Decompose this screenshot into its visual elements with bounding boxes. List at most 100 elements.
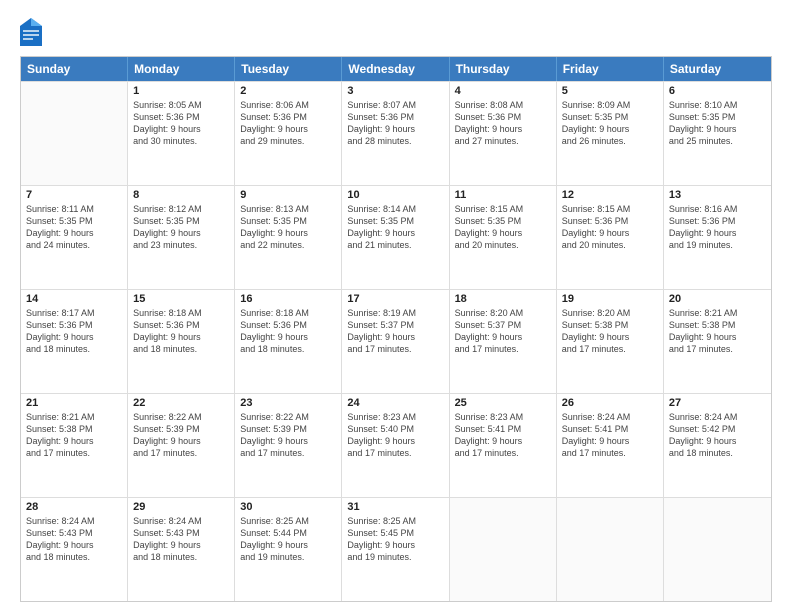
day-number: 11 [455, 189, 551, 201]
weekday-header-thursday: Thursday [450, 57, 557, 81]
day-cell-26: 26 Sunrise: 8:24 AM Sunset: 5:41 PM Dayli… [557, 394, 664, 497]
day-number: 26 [562, 397, 658, 409]
day-number: 20 [669, 293, 766, 305]
day-info: Sunrise: 8:10 AM Sunset: 5:35 PM Dayligh… [669, 99, 766, 148]
day-number: 12 [562, 189, 658, 201]
day-info: Sunrise: 8:24 AM Sunset: 5:41 PM Dayligh… [562, 411, 658, 460]
day-info: Sunrise: 8:24 AM Sunset: 5:43 PM Dayligh… [26, 515, 122, 564]
day-info: Sunrise: 8:21 AM Sunset: 5:38 PM Dayligh… [669, 307, 766, 356]
day-cell-25: 25 Sunrise: 8:23 AM Sunset: 5:41 PM Dayli… [450, 394, 557, 497]
day-cell-9: 9 Sunrise: 8:13 AM Sunset: 5:35 PM Daylig… [235, 186, 342, 289]
day-number: 29 [133, 501, 229, 513]
day-number: 5 [562, 85, 658, 97]
weekday-header-monday: Monday [128, 57, 235, 81]
day-number: 19 [562, 293, 658, 305]
day-number: 31 [347, 501, 443, 513]
empty-cell [21, 82, 128, 185]
day-info: Sunrise: 8:07 AM Sunset: 5:36 PM Dayligh… [347, 99, 443, 148]
day-cell-6: 6Sunrise: 8:10 AM Sunset: 5:35 PM Daylig… [664, 82, 771, 185]
day-info: Sunrise: 8:09 AM Sunset: 5:35 PM Dayligh… [562, 99, 658, 148]
logo [20, 18, 46, 46]
weekday-header-wednesday: Wednesday [342, 57, 449, 81]
day-info: Sunrise: 8:15 AM Sunset: 5:36 PM Dayligh… [562, 203, 658, 252]
day-info: Sunrise: 8:20 AM Sunset: 5:37 PM Dayligh… [455, 307, 551, 356]
day-cell-15: 15Sunrise: 8:18 AM Sunset: 5:36 PM Dayli… [128, 290, 235, 393]
day-info: Sunrise: 8:25 AM Sunset: 5:44 PM Dayligh… [240, 515, 336, 564]
day-info: Sunrise: 8:06 AM Sunset: 5:36 PM Dayligh… [240, 99, 336, 148]
day-cell-12: 12 Sunrise: 8:15 AM Sunset: 5:36 PM Dayli… [557, 186, 664, 289]
day-info: Sunrise: 8:05 AM Sunset: 5:36 PM Dayligh… [133, 99, 229, 148]
day-number: 28 [26, 501, 122, 513]
day-number: 21 [26, 397, 122, 409]
day-number: 9 [240, 189, 336, 201]
day-info: Sunrise: 8:23 AM Sunset: 5:41 PM Dayligh… [455, 411, 551, 460]
day-cell-14: 14 Sunrise: 8:17 AM Sunset: 5:36 PM Dayli… [21, 290, 128, 393]
day-cell-17: 17Sunrise: 8:19 AM Sunset: 5:37 PM Dayli… [342, 290, 449, 393]
day-number: 14 [26, 293, 122, 305]
day-info: Sunrise: 8:22 AM Sunset: 5:39 PM Dayligh… [240, 411, 336, 460]
calendar-body: 1 Sunrise: 8:05 AM Sunset: 5:36 PM Daylig… [21, 81, 771, 601]
day-cell-18: 18 Sunrise: 8:20 AM Sunset: 5:37 PM Dayli… [450, 290, 557, 393]
day-cell-24: 24Sunrise: 8:23 AM Sunset: 5:40 PM Dayli… [342, 394, 449, 497]
day-info: Sunrise: 8:23 AM Sunset: 5:40 PM Dayligh… [347, 411, 443, 460]
day-number: 2 [240, 85, 336, 97]
day-info: Sunrise: 8:16 AM Sunset: 5:36 PM Dayligh… [669, 203, 766, 252]
day-number: 22 [133, 397, 229, 409]
day-cell-30: 30 Sunrise: 8:25 AM Sunset: 5:44 PM Dayli… [235, 498, 342, 601]
day-info: Sunrise: 8:18 AM Sunset: 5:36 PM Dayligh… [240, 307, 336, 356]
header [20, 18, 772, 46]
day-info: Sunrise: 8:13 AM Sunset: 5:35 PM Dayligh… [240, 203, 336, 252]
day-number: 15 [133, 293, 229, 305]
weekday-header-saturday: Saturday [664, 57, 771, 81]
day-number: 10 [347, 189, 443, 201]
day-cell-16: 16 Sunrise: 8:18 AM Sunset: 5:36 PM Dayli… [235, 290, 342, 393]
weekday-header-friday: Friday [557, 57, 664, 81]
calendar-row-1: 1 Sunrise: 8:05 AM Sunset: 5:36 PM Daylig… [21, 81, 771, 185]
day-cell-19: 19 Sunrise: 8:20 AM Sunset: 5:38 PM Dayli… [557, 290, 664, 393]
page: SundayMondayTuesdayWednesdayThursdayFrid… [0, 0, 792, 612]
day-number: 3 [347, 85, 443, 97]
logo-icon [20, 18, 42, 46]
day-cell-13: 13 Sunrise: 8:16 AM Sunset: 5:36 PM Dayli… [664, 186, 771, 289]
day-cell-8: 8Sunrise: 8:12 AM Sunset: 5:35 PM Daylig… [128, 186, 235, 289]
day-number: 13 [669, 189, 766, 201]
day-info: Sunrise: 8:17 AM Sunset: 5:36 PM Dayligh… [26, 307, 122, 356]
calendar-row-3: 14 Sunrise: 8:17 AM Sunset: 5:36 PM Dayli… [21, 289, 771, 393]
day-cell-29: 29 Sunrise: 8:24 AM Sunset: 5:43 PM Dayli… [128, 498, 235, 601]
day-cell-28: 28 Sunrise: 8:24 AM Sunset: 5:43 PM Dayli… [21, 498, 128, 601]
day-info: Sunrise: 8:11 AM Sunset: 5:35 PM Dayligh… [26, 203, 122, 252]
day-cell-22: 22Sunrise: 8:22 AM Sunset: 5:39 PM Dayli… [128, 394, 235, 497]
day-info: Sunrise: 8:25 AM Sunset: 5:45 PM Dayligh… [347, 515, 443, 564]
day-number: 23 [240, 397, 336, 409]
day-info: Sunrise: 8:20 AM Sunset: 5:38 PM Dayligh… [562, 307, 658, 356]
day-number: 25 [455, 397, 551, 409]
day-number: 4 [455, 85, 551, 97]
day-number: 30 [240, 501, 336, 513]
empty-cell [450, 498, 557, 601]
day-cell-20: 20 Sunrise: 8:21 AM Sunset: 5:38 PM Dayli… [664, 290, 771, 393]
day-number: 18 [455, 293, 551, 305]
day-cell-2: 2 Sunrise: 8:06 AM Sunset: 5:36 PM Daylig… [235, 82, 342, 185]
day-cell-10: 10 Sunrise: 8:14 AM Sunset: 5:35 PM Dayli… [342, 186, 449, 289]
day-cell-1: 1 Sunrise: 8:05 AM Sunset: 5:36 PM Daylig… [128, 82, 235, 185]
day-info: Sunrise: 8:24 AM Sunset: 5:42 PM Dayligh… [669, 411, 766, 460]
day-info: Sunrise: 8:15 AM Sunset: 5:35 PM Dayligh… [455, 203, 551, 252]
day-cell-5: 5 Sunrise: 8:09 AM Sunset: 5:35 PM Daylig… [557, 82, 664, 185]
day-number: 1 [133, 85, 229, 97]
calendar-header: SundayMondayTuesdayWednesdayThursdayFrid… [21, 57, 771, 81]
day-cell-7: 7Sunrise: 8:11 AM Sunset: 5:35 PM Daylig… [21, 186, 128, 289]
day-cell-31: 31 Sunrise: 8:25 AM Sunset: 5:45 PM Dayli… [342, 498, 449, 601]
calendar: SundayMondayTuesdayWednesdayThursdayFrid… [20, 56, 772, 602]
day-info: Sunrise: 8:24 AM Sunset: 5:43 PM Dayligh… [133, 515, 229, 564]
day-info: Sunrise: 8:12 AM Sunset: 5:35 PM Dayligh… [133, 203, 229, 252]
day-number: 16 [240, 293, 336, 305]
day-cell-23: 23 Sunrise: 8:22 AM Sunset: 5:39 PM Dayli… [235, 394, 342, 497]
day-cell-3: 3 Sunrise: 8:07 AM Sunset: 5:36 PM Daylig… [342, 82, 449, 185]
weekday-header-sunday: Sunday [21, 57, 128, 81]
empty-cell [557, 498, 664, 601]
day-cell-4: 4 Sunrise: 8:08 AM Sunset: 5:36 PM Daylig… [450, 82, 557, 185]
day-number: 27 [669, 397, 766, 409]
day-info: Sunrise: 8:08 AM Sunset: 5:36 PM Dayligh… [455, 99, 551, 148]
empty-cell [664, 498, 771, 601]
day-info: Sunrise: 8:14 AM Sunset: 5:35 PM Dayligh… [347, 203, 443, 252]
